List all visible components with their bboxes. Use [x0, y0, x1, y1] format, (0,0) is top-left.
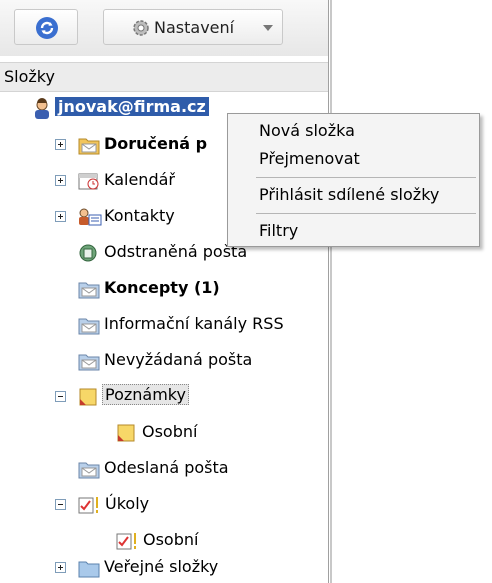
- menu-item-subscribe-shared[interactable]: Přihlásit sdílené složky: [228, 181, 479, 209]
- tree-item-label: Odstraněná pošta: [104, 242, 248, 261]
- tree-item-label: Kontakty: [104, 206, 175, 225]
- sent-folder-icon: [78, 462, 100, 479]
- inbox-folder-icon: [78, 138, 100, 155]
- folders-header-label: Složky: [4, 67, 55, 86]
- collapse-icon[interactable]: [55, 499, 66, 510]
- tree-item-notes[interactable]: Poznámky: [0, 382, 328, 412]
- junk-folder-icon: [78, 354, 100, 371]
- tree-item-sent[interactable]: Odeslaná pošta: [0, 454, 328, 484]
- tree-item-label: Poznámky: [102, 384, 189, 405]
- menu-separator: [256, 213, 476, 214]
- menu-item-label: Filtry: [259, 221, 299, 240]
- toolbar: Nastavení: [0, 0, 328, 56]
- menu-item-label: Přejmenovat: [259, 149, 360, 168]
- calendar-icon: [78, 173, 99, 190]
- tree-item-label: Kalendář: [104, 170, 175, 189]
- tree-item-label: Odeslaná pošta: [104, 458, 229, 477]
- tree-item-label: Veřejné složky: [104, 557, 219, 576]
- expand-icon[interactable]: [55, 211, 66, 222]
- menu-item-filters[interactable]: Filtry: [228, 217, 479, 245]
- gear-icon: [133, 20, 149, 36]
- notes-icon: [79, 388, 97, 406]
- tree-item-rss[interactable]: Informační kanály RSS: [0, 310, 328, 340]
- tasks-icon: [78, 497, 98, 514]
- refresh-button[interactable]: [14, 9, 78, 45]
- tree-item-drafts[interactable]: Koncepty (1): [0, 274, 328, 304]
- chevron-down-icon: [263, 25, 273, 31]
- public-folder-icon: [78, 561, 100, 578]
- panel-splitter[interactable]: [330, 0, 332, 583]
- menu-item-label: Nová složka: [259, 121, 355, 140]
- drafts-folder-icon: [78, 282, 100, 299]
- tree-item-label: Osobní: [142, 422, 198, 441]
- tree-item-label: Koncepty (1): [104, 278, 220, 297]
- tree-item-label: Osobní: [143, 530, 199, 549]
- menu-item-label: Přihlásit sdílené složky: [259, 185, 440, 204]
- tree-item-label: Nevyžádaná pošta: [104, 350, 253, 369]
- tree-item-tasks[interactable]: Úkoly: [0, 490, 328, 520]
- rss-folder-icon: [78, 318, 100, 335]
- tree-item-junk[interactable]: Nevyžádaná pošta: [0, 346, 328, 376]
- user-icon: [35, 98, 49, 119]
- tasks-icon: [116, 533, 136, 550]
- tree-item-public[interactable]: Veřejné složky: [0, 553, 328, 583]
- tree-item-label: Informační kanály RSS: [104, 314, 284, 333]
- tree-item-notes-personal[interactable]: Osobní: [0, 418, 328, 448]
- menu-item-rename[interactable]: Přejmenovat: [228, 145, 479, 173]
- collapse-icon[interactable]: [55, 391, 66, 402]
- tree-item-label: Úkoly: [105, 494, 150, 513]
- expand-icon[interactable]: [55, 175, 66, 186]
- tree-item-label: Doručená p: [104, 134, 208, 153]
- expand-icon[interactable]: [55, 562, 66, 573]
- contacts-icon: [79, 208, 102, 226]
- menu-item-new-folder[interactable]: Nová složka: [228, 117, 479, 145]
- account-label: jnovak@firma.cz: [55, 97, 209, 116]
- settings-button[interactable]: Nastavení: [103, 9, 283, 45]
- settings-label: Nastavení: [154, 18, 235, 37]
- menu-separator: [256, 177, 476, 178]
- folder-panel: Nastavení Složky jnovak@firma.cz Doručen…: [0, 0, 329, 583]
- trash-icon: [79, 244, 97, 262]
- context-menu: Nová složka Přejmenovat Přihlásit sdílen…: [227, 113, 480, 247]
- refresh-icon: [36, 17, 58, 39]
- folders-header: Složky: [0, 62, 328, 92]
- notes-icon: [117, 424, 135, 442]
- expand-icon[interactable]: [55, 139, 66, 150]
- tree-item-tasks-personal[interactable]: Osobní: [0, 526, 328, 556]
